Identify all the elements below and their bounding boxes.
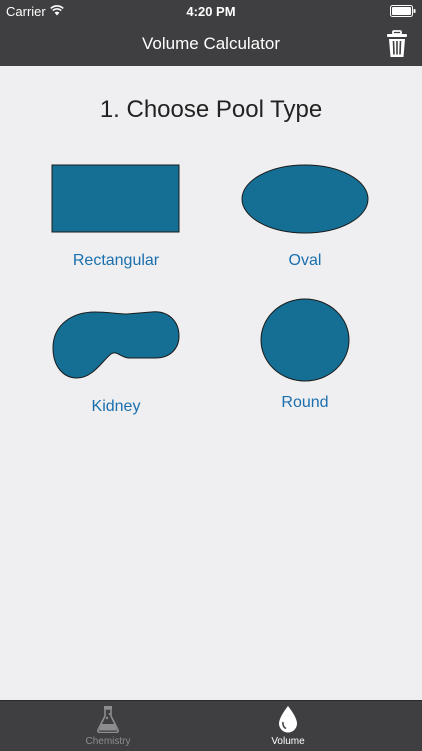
volume-content: 1. Choose Pool Type Rectangular Oval Kid… [0, 66, 422, 700]
pool-option-rectangular[interactable]: Rectangular [41, 164, 191, 270]
pool-label-oval: Oval [288, 252, 322, 269]
battery-icon [390, 5, 416, 17]
pool-option-oval[interactable]: Oval [230, 164, 380, 270]
oval-pool-icon [241, 164, 369, 234]
tab-chemistry[interactable]: Chemistry [28, 701, 188, 751]
navigation-bar: Carrier 4:20 PM Volume Calculator [0, 0, 422, 66]
pool-label-round: Round [281, 394, 329, 411]
status-time: 4:20 PM [186, 4, 236, 19]
pool-label-rectangular: Rectangular [72, 252, 160, 269]
round-pool-icon [260, 298, 350, 382]
section-heading: 1. Choose Pool Type [99, 96, 323, 123]
rectangle-pool-icon [51, 164, 180, 233]
pool-label-kidney: Kidney [91, 398, 141, 415]
trash-icon[interactable] [386, 30, 408, 58]
tab-bar: Chemistry Volume [0, 700, 422, 751]
tab-label-volume: Volume [271, 736, 305, 747]
pool-option-kidney[interactable]: Kidney [41, 310, 191, 416]
flask-icon [97, 706, 119, 733]
tab-label-chemistry: Chemistry [85, 736, 131, 747]
page-title: Volume Calculator [142, 34, 280, 53]
water-drop-icon [279, 706, 297, 733]
kidney-pool-icon [52, 311, 180, 379]
pool-option-round[interactable]: Round [230, 298, 380, 412]
status-bar: Carrier 4:20 PM [0, 0, 422, 22]
tab-volume[interactable]: Volume [208, 701, 368, 751]
